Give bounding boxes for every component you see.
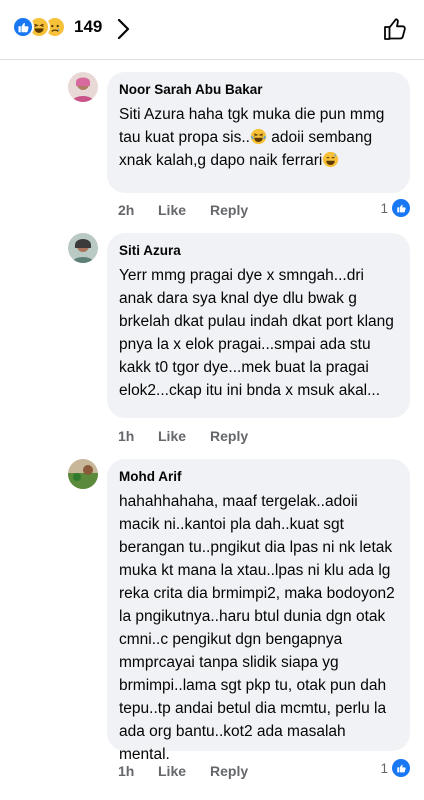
like-count-value: 1 bbox=[380, 760, 388, 776]
reply-button[interactable]: Reply bbox=[210, 428, 248, 444]
reply-button[interactable]: Reply bbox=[210, 763, 248, 779]
comment-author[interactable]: Siti Azura bbox=[119, 243, 398, 258]
comment-text: hahahhahaha, maaf tergelak..adoii macik … bbox=[119, 493, 395, 763]
avatar[interactable] bbox=[68, 459, 98, 489]
comment-bubble: Mohd Arif hahahhahaha, maaf tergelak..ad… bbox=[107, 459, 410, 763]
comment-actions: 1h Like Reply bbox=[118, 763, 248, 779]
reaction-count: 149 bbox=[74, 17, 103, 36]
comment-actions: 1h Like Reply bbox=[118, 428, 248, 444]
comment-bubble: Noor Sarah Abu Bakar Siti Azura haha tgk… bbox=[107, 72, 410, 193]
like-button[interactable]: Like bbox=[158, 428, 210, 444]
comment-author[interactable]: Mohd Arif bbox=[119, 469, 398, 484]
comment-like-count[interactable]: 1 bbox=[380, 199, 410, 217]
reactions-header: 149 bbox=[0, 0, 424, 60]
like-post-icon[interactable] bbox=[382, 16, 408, 47]
like-button[interactable]: Like bbox=[158, 202, 210, 218]
avatar[interactable] bbox=[68, 233, 98, 263]
like-reaction-icon bbox=[392, 759, 410, 777]
reaction-summary[interactable]: 149 bbox=[12, 16, 102, 38]
laughing-tears-emoji-icon bbox=[250, 128, 267, 145]
comment-like-count[interactable]: 1 bbox=[380, 759, 410, 777]
comment-author[interactable]: Noor Sarah Abu Bakar bbox=[119, 82, 398, 97]
comment-bubble: Siti Azura Yerr mmg pragai dye x smngah.… bbox=[107, 233, 410, 418]
chevron-right-icon[interactable] bbox=[116, 18, 130, 45]
like-button[interactable]: Like bbox=[158, 763, 210, 779]
comment-text: Siti Azura haha tgk muka die pun mmg tau… bbox=[119, 106, 385, 169]
like-count-value: 1 bbox=[380, 200, 388, 216]
comment-actions: 2h Like Reply bbox=[118, 202, 248, 218]
like-reaction-icon bbox=[12, 16, 34, 38]
comment-time: 2h bbox=[118, 202, 135, 218]
comment-time: 1h bbox=[118, 428, 135, 444]
grinning-sweat-emoji-icon bbox=[323, 151, 339, 168]
comment-time: 1h bbox=[118, 763, 135, 779]
reply-button[interactable]: Reply bbox=[210, 202, 248, 218]
comment-text: Yerr mmg pragai dye x smngah...dri anak … bbox=[119, 267, 394, 399]
avatar[interactable] bbox=[68, 72, 98, 102]
like-reaction-icon bbox=[392, 199, 410, 217]
